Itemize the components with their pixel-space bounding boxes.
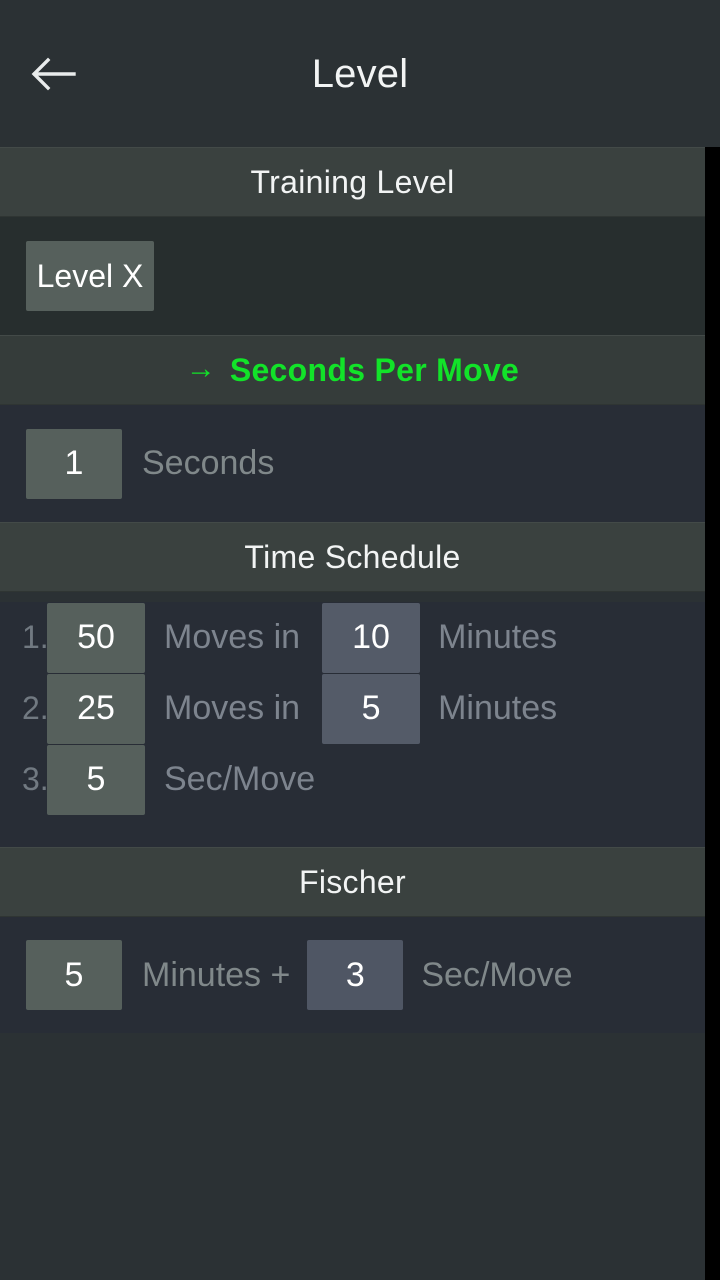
- fischer-increment-label: Sec/Move: [421, 955, 573, 994]
- fischer-increment-button[interactable]: 3: [307, 940, 404, 1010]
- time-schedule-row: 3. 5 Sec/Move: [0, 744, 705, 815]
- row2-moves-button[interactable]: 25: [47, 673, 145, 744]
- section-header-fischer[interactable]: Fischer: [0, 847, 705, 917]
- level-value-button[interactable]: Level X: [26, 241, 154, 311]
- row-index-label: 3.: [22, 761, 49, 797]
- section-title-time-schedule: Time Schedule: [244, 538, 461, 575]
- arrow-right-icon: →: [185, 352, 216, 385]
- row-index-label: 2.: [22, 690, 49, 726]
- scrollbar-gutter[interactable]: [705, 147, 720, 1280]
- row3-moves-button[interactable]: 5: [47, 744, 145, 815]
- row3-moves-label: Sec/Move: [164, 760, 316, 798]
- row1-moves-button[interactable]: 50: [47, 602, 145, 673]
- section-header-time-schedule[interactable]: Time Schedule: [0, 522, 705, 592]
- settings-scroll-area[interactable]: Training Level Level X → Seconds Per Mov…: [0, 147, 705, 1280]
- seconds-per-move-unit-label: Seconds: [142, 444, 275, 482]
- section-header-seconds-per-move[interactable]: → Seconds Per Move: [0, 335, 705, 405]
- row2-time-button[interactable]: 5: [322, 673, 421, 744]
- page-title: Level: [311, 52, 409, 96]
- section-header-training-level[interactable]: Training Level: [0, 147, 705, 217]
- app-bar: Level: [0, 0, 720, 147]
- level-settings-screen: Level Training Level Level X → Seconds P…: [0, 0, 720, 1280]
- row1-time-button[interactable]: 10: [322, 602, 421, 673]
- seconds-per-move-value-button[interactable]: 1: [26, 428, 122, 499]
- section-title-fischer: Fischer: [298, 863, 406, 900]
- section-body-time-schedule: 1. 50 Moves in 10 Minutes 2. 25 Moves in…: [0, 602, 705, 847]
- time-schedule-row: 2. 25 Moves in 5 Minutes: [0, 673, 705, 744]
- fischer-minutes-button[interactable]: 5: [26, 940, 122, 1010]
- fischer-minutes-label: Minutes +: [142, 955, 291, 994]
- time-schedule-row: 1. 50 Moves in 10 Minutes: [0, 602, 705, 673]
- section-body-fischer: 5 Minutes + 3 Sec/Move: [0, 917, 705, 1033]
- row-index-label: 1.: [22, 619, 49, 655]
- section-body-training-level: Level X: [0, 217, 705, 335]
- section-title-seconds-per-move: Seconds Per Move: [229, 351, 520, 388]
- row2-moves-label: Moves in: [164, 689, 301, 727]
- empty-space: [0, 1033, 705, 1280]
- row1-time-label: Minutes: [438, 618, 558, 656]
- scrollbar-thumb[interactable]: [712, 147, 718, 567]
- section-body-seconds-per-move: 1 Seconds: [0, 405, 705, 522]
- section-title-training-level: Training Level: [250, 163, 455, 200]
- row2-time-label: Minutes: [438, 689, 558, 727]
- row1-moves-label: Moves in: [164, 618, 301, 656]
